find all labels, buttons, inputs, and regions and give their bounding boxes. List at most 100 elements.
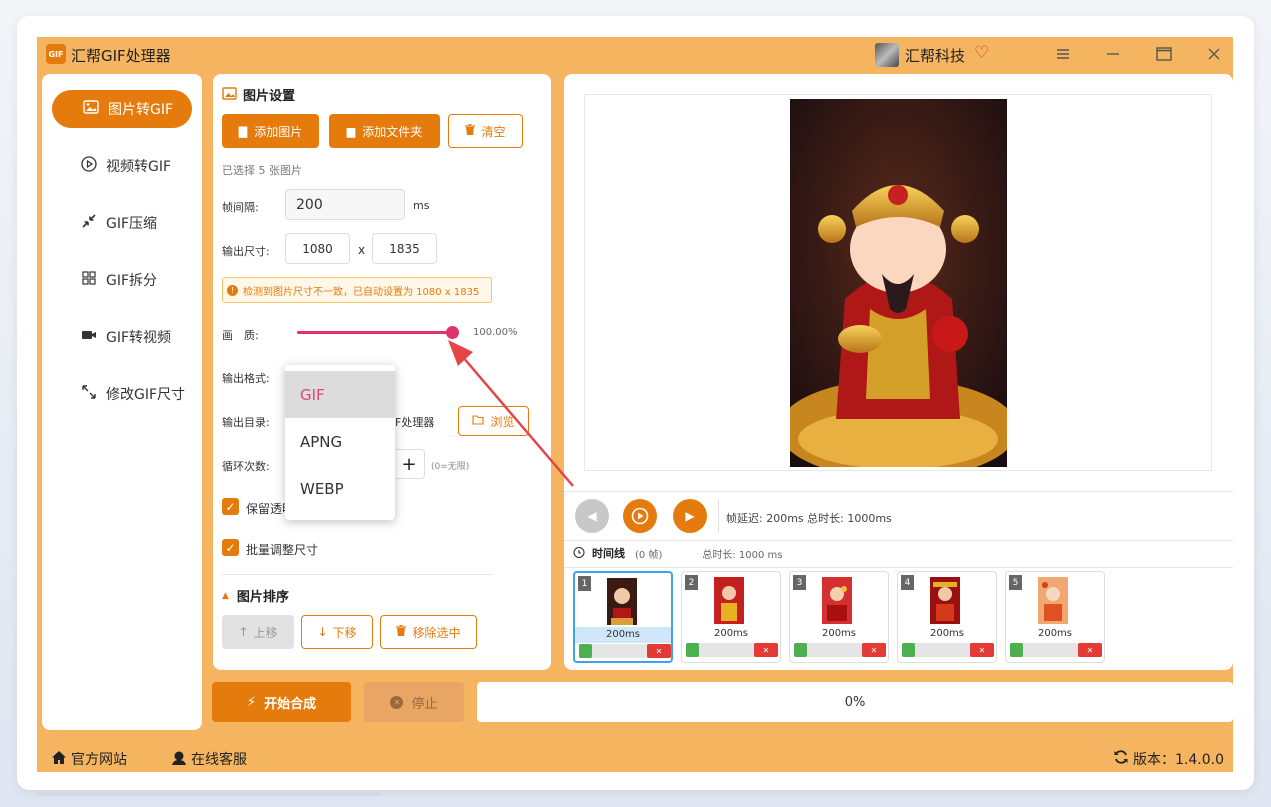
sidebar-item-image-to-gif[interactable]: 图片转GIF xyxy=(52,90,192,128)
arrow-down-icon: ↓ xyxy=(317,625,328,639)
app-frame: GIF 汇帮GIF处理器 汇帮科技 ♡ 图片转GIF 视频转GIF GIF压缩 … xyxy=(37,37,1233,772)
sidebar-item-label: GIF拆分 xyxy=(106,273,158,289)
browse-button[interactable]: 浏览 xyxy=(458,406,529,436)
sidebar: 图片转GIF 视频转GIF GIF压缩 GIF拆分 GIF转视频 修改GIF尺寸 xyxy=(42,74,202,730)
play-button[interactable] xyxy=(623,499,657,533)
loop-hint: (0=无限) xyxy=(431,462,470,472)
add-file-icon: ▇ xyxy=(238,124,248,138)
frame-controls: ✕ xyxy=(686,643,778,657)
sidebar-item-video-to-gif[interactable]: 视频转GIF xyxy=(52,147,192,185)
move-up-button[interactable]: ↑ 上移 xyxy=(222,615,294,649)
frame-controls: ✕ xyxy=(1010,643,1102,657)
title-bar: GIF 汇帮GIF处理器 汇帮科技 ♡ xyxy=(37,37,1233,73)
arrow-up-icon: ↑ xyxy=(238,625,249,639)
prev-frame-button[interactable]: ◀ xyxy=(575,499,609,533)
frame-enable-button[interactable] xyxy=(902,643,915,657)
sidebar-item-resize-gif[interactable]: 修改GIF尺寸 xyxy=(52,375,192,413)
format-dropdown[interactable]: GIF APNG WEBP xyxy=(285,365,395,520)
frame-duration: 200ms xyxy=(1037,628,1073,639)
output-width-input[interactable]: 1080 xyxy=(285,233,350,264)
sidebar-item-label: GIF压缩 xyxy=(106,216,158,232)
move-down-button[interactable]: ↓ 下移 xyxy=(301,615,373,649)
preview-image xyxy=(790,99,1007,467)
frame-delete-button[interactable]: ✕ xyxy=(1078,643,1102,657)
support-link[interactable]: 在线客服 xyxy=(171,749,247,769)
batch-resize-checkbox[interactable]: ✓ xyxy=(222,539,239,556)
frame-duration: 200ms xyxy=(575,627,671,643)
frame-thumbnail-1[interactable]: 1 200ms ✕ xyxy=(573,571,673,663)
frame-delete-button[interactable]: ✕ xyxy=(862,643,886,657)
frame-interval-input[interactable]: 200 xyxy=(285,189,405,220)
selected-count: 已选择 5 张图片 xyxy=(222,164,302,177)
sidebar-item-gif-compress[interactable]: GIF压缩 xyxy=(52,204,192,242)
loop-increment-button[interactable]: + xyxy=(393,449,425,479)
folder-outline-icon xyxy=(472,414,485,428)
add-folder-button[interactable]: ▆ 添加文件夹 xyxy=(329,114,440,148)
batch-resize-label: 批量调整尺寸 xyxy=(246,543,319,557)
quality-slider-handle[interactable] xyxy=(446,326,459,339)
sort-header: ▲ 图片排序 xyxy=(222,586,289,605)
version-info: 版本：1.4.0.0 xyxy=(1113,749,1224,769)
stop-button[interactable]: ✕ 停止 xyxy=(364,682,464,722)
collapse-arrow-icon: ▲ xyxy=(222,590,229,601)
menu-icon[interactable] xyxy=(1050,41,1076,67)
frame-enable-button[interactable] xyxy=(1010,643,1023,657)
frame-thumbnail-2[interactable]: 2 200ms ✕ xyxy=(681,571,781,663)
keep-transparent-checkbox[interactable]: ✓ xyxy=(222,498,239,515)
format-option-webp[interactable]: WEBP xyxy=(285,465,395,512)
minimize-icon[interactable] xyxy=(1100,41,1126,67)
remove-selected-button[interactable]: 移除选中 xyxy=(380,615,477,649)
start-button[interactable]: ⚡ 开始合成 xyxy=(212,682,351,722)
warning-icon: ! xyxy=(227,284,238,296)
compress-icon xyxy=(80,213,98,233)
video-icon xyxy=(80,328,98,346)
divider xyxy=(564,491,1233,492)
frame-thumbnail-4[interactable]: 4 200ms ✕ xyxy=(897,571,997,663)
output-dir-label: 输出目录: xyxy=(222,416,270,429)
divider xyxy=(564,567,1233,568)
format-option-apng[interactable]: APNG xyxy=(285,418,395,465)
output-format-label: 输出格式: xyxy=(222,372,270,385)
user-name[interactable]: 汇帮科技 xyxy=(905,45,965,66)
avatar[interactable] xyxy=(875,43,899,67)
frame-enable-button[interactable] xyxy=(686,643,699,657)
frame-duration: 200ms xyxy=(713,628,749,639)
bottom-scrollbar[interactable] xyxy=(37,792,382,796)
vip-heart-icon[interactable]: ♡ xyxy=(974,43,989,63)
frame-thumbnail-3[interactable]: 3 200ms ✕ xyxy=(789,571,889,663)
sidebar-item-gif-split[interactable]: GIF拆分 xyxy=(52,261,192,299)
sort-title: 图片排序 xyxy=(236,590,289,605)
resize-icon xyxy=(80,384,98,404)
clear-button[interactable]: 清空 xyxy=(448,114,523,148)
frame-duration: 200ms xyxy=(929,628,965,639)
frame-thumbnail-5[interactable]: 5 200ms ✕ xyxy=(1005,571,1105,663)
format-option-gif[interactable]: GIF xyxy=(285,371,395,418)
settings-title: 图片设置 xyxy=(243,89,296,104)
split-icon xyxy=(80,270,98,290)
frame-enable-button[interactable] xyxy=(579,644,592,658)
sidebar-item-label: 修改GIF尺寸 xyxy=(106,387,186,403)
sidebar-item-label: GIF转视频 xyxy=(106,330,172,346)
progress-bar: 0% xyxy=(477,682,1233,722)
frame-delete-button[interactable]: ✕ xyxy=(647,644,671,658)
website-link[interactable]: 官方网站 xyxy=(51,749,127,769)
frame-interval-label: 帧间隔: xyxy=(222,201,259,214)
frame-controls: ✕ xyxy=(579,644,671,658)
quality-label: 画 质: xyxy=(222,329,259,342)
quality-slider[interactable] xyxy=(297,326,459,339)
timeline-label: 时间线 xyxy=(592,547,625,560)
frame-enable-button[interactable] xyxy=(794,643,807,657)
next-frame-button[interactable]: ▶ xyxy=(673,499,707,533)
output-height-input[interactable]: 1835 xyxy=(372,233,437,264)
frame-delete-button[interactable]: ✕ xyxy=(970,643,994,657)
trash-icon xyxy=(396,624,407,640)
sidebar-item-label: 图片转GIF xyxy=(108,102,174,118)
frame-delete-button[interactable]: ✕ xyxy=(754,643,778,657)
settings-header: 图片设置 xyxy=(222,85,295,104)
divider xyxy=(222,574,493,575)
support-icon xyxy=(171,750,187,769)
sidebar-item-gif-to-video[interactable]: GIF转视频 xyxy=(52,318,192,356)
close-icon[interactable] xyxy=(1201,41,1227,67)
add-image-button[interactable]: ▇ 添加图片 xyxy=(222,114,319,148)
maximize-icon[interactable] xyxy=(1151,41,1177,67)
